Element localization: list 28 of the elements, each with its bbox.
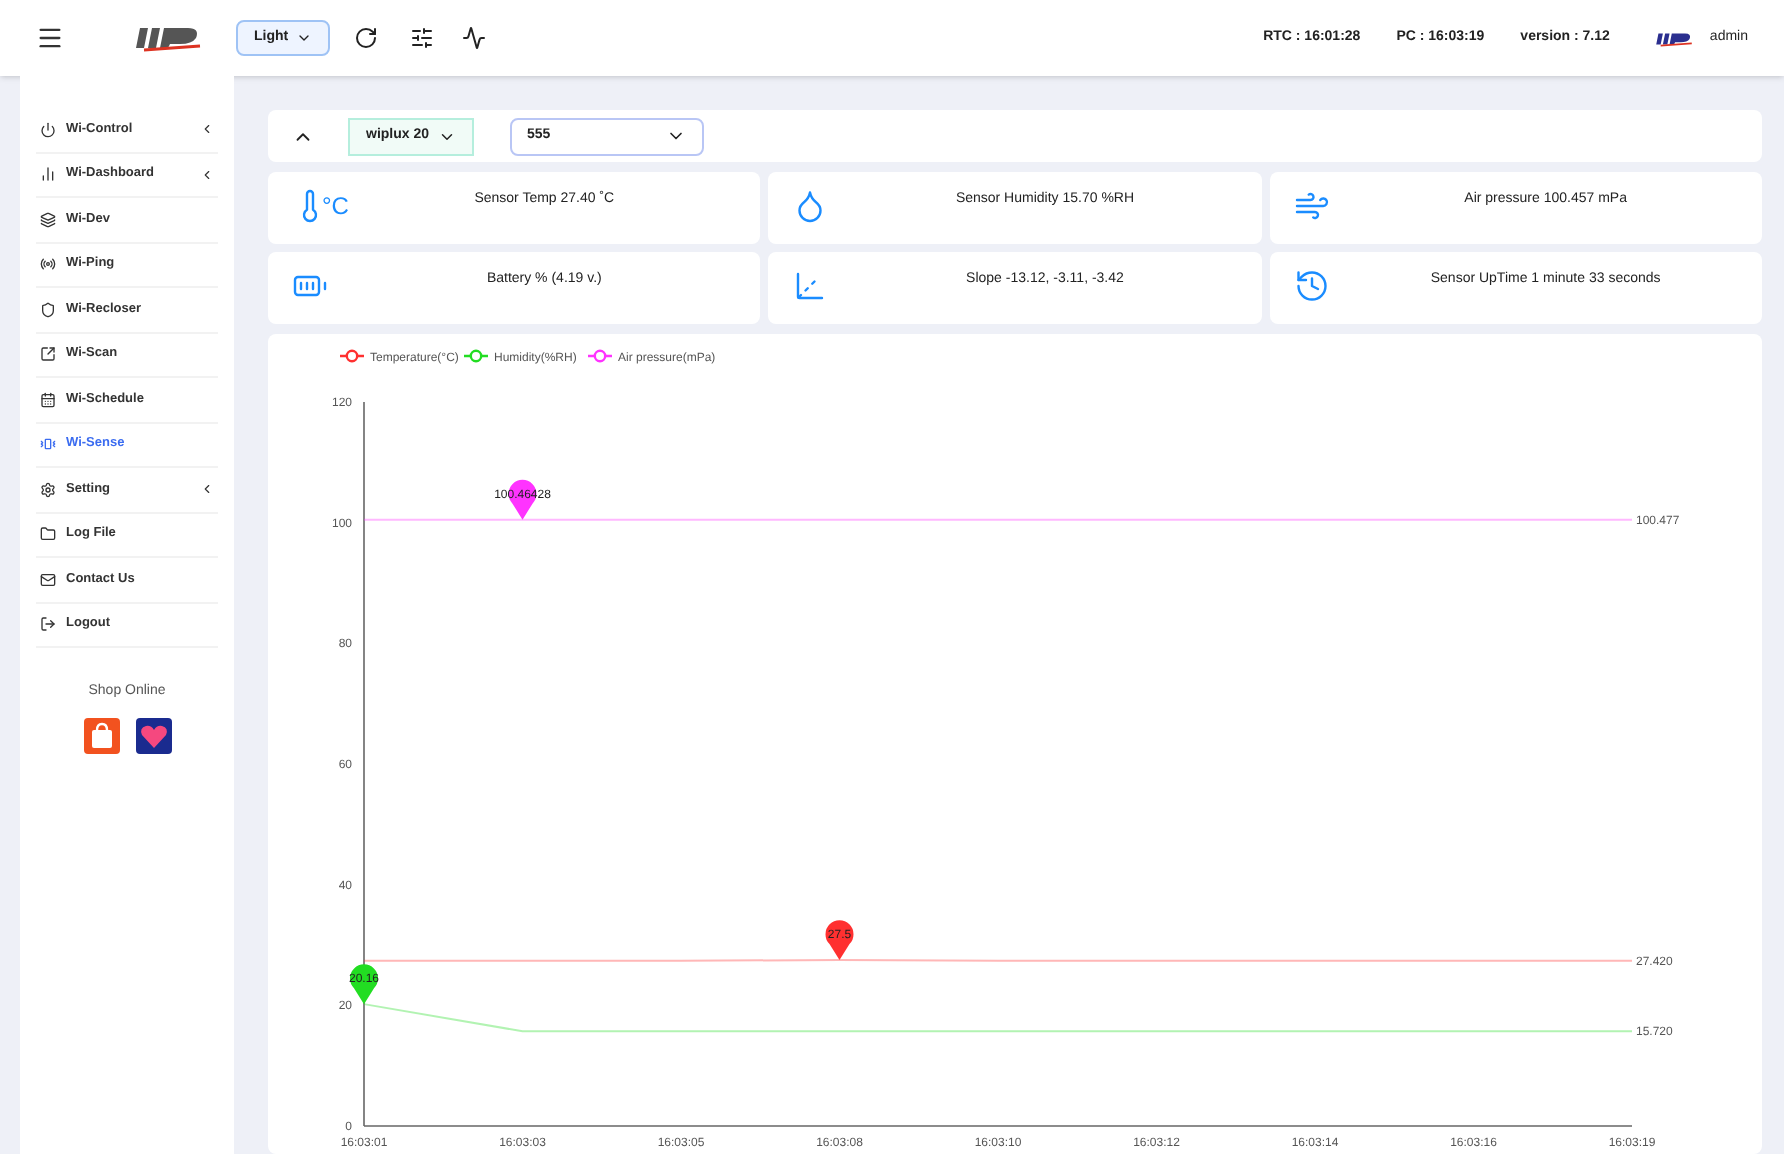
logo-icon — [132, 24, 204, 52]
layers-icon — [40, 211, 56, 228]
chevron-icon — [200, 167, 214, 182]
shield-icon — [40, 301, 56, 318]
signal-icon — [40, 256, 56, 273]
refresh-icon[interactable] — [354, 26, 379, 50]
calendar-icon — [40, 391, 56, 408]
shopping-bag-icon[interactable] — [83, 717, 119, 753]
mail-icon — [40, 571, 56, 588]
chevron-icon — [200, 482, 214, 497]
external-link-icon — [40, 346, 56, 363]
wind-icon — [1293, 188, 1330, 224]
vibration-icon — [40, 436, 56, 453]
unit-label: °C — [322, 190, 349, 224]
sliders-icon[interactable] — [410, 26, 435, 50]
logo-icon — [1653, 29, 1694, 47]
menu-icon[interactable] — [36, 24, 64, 52]
clock-icon — [1293, 268, 1330, 304]
caret-icon — [296, 30, 313, 46]
folder-icon — [40, 526, 56, 543]
power-icon — [40, 121, 56, 138]
axes-icon — [792, 268, 829, 304]
marker-pin — [825, 920, 854, 961]
bar-chart-icon — [40, 166, 56, 183]
chevron-icon — [200, 122, 214, 137]
settings-icon — [40, 481, 56, 498]
activity-icon[interactable] — [462, 26, 487, 50]
logout-icon — [40, 616, 56, 633]
